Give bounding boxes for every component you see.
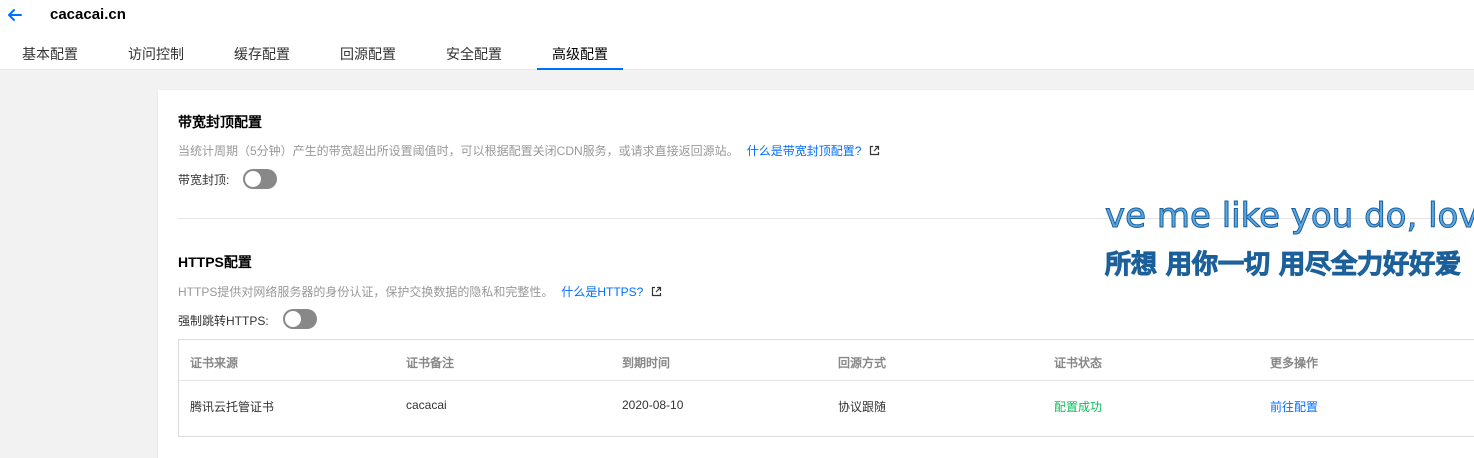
go-configure-link[interactable]: 前往配置 bbox=[1270, 398, 1318, 415]
column-header: 回源方式 bbox=[838, 356, 887, 370]
certificate-table: 证书来源 证书备注 到期时间 回源方式 证书状态 更多操作 腾讯云托管证书 ca… bbox=[178, 339, 1474, 437]
domain-title: cacacai.cn bbox=[50, 6, 126, 23]
lyric-overlay-line-1: ve me like you do, love bbox=[1104, 196, 1474, 237]
bandwidth-section-title: 带宽封顶配置 bbox=[178, 114, 262, 130]
column-header: 证书来源 bbox=[190, 356, 239, 370]
origin-method-cell: 协议跟随 bbox=[838, 400, 887, 414]
column-header: 证书状态 bbox=[1054, 356, 1103, 370]
tab-security[interactable]: 安全配置 bbox=[438, 40, 510, 70]
column-header: 到期时间 bbox=[622, 356, 671, 370]
bandwidth-description-text: 当统计周期（5分钟）产生的带宽超出所设置阈值时，可以根据配置关闭CDN服务，或请… bbox=[178, 144, 739, 158]
tab-cache[interactable]: 缓存配置 bbox=[226, 40, 298, 70]
table-header: 证书来源 证书备注 到期时间 回源方式 证书状态 更多操作 bbox=[179, 340, 1474, 381]
tab-basic[interactable]: 基本配置 bbox=[14, 40, 86, 70]
top-bar: cacacai.cn 基本配置 访问控制 缓存配置 回源配置 安全配置 高级配置 bbox=[0, 0, 1474, 70]
cert-note-cell: cacacai bbox=[406, 398, 447, 412]
https-help-link[interactable]: 什么是HTTPS? bbox=[561, 285, 643, 299]
expiry-date-cell: 2020-08-10 bbox=[622, 398, 684, 412]
bandwidth-switch-label: 带宽封顶: bbox=[178, 173, 230, 187]
tab-bar: 基本配置 访问控制 缓存配置 回源配置 安全配置 高级配置 bbox=[0, 40, 700, 70]
https-description-text: HTTPS提供对网络服务器的身份认证，保护交换数据的隐私和完整性。 bbox=[178, 285, 554, 299]
column-header: 更多操作 bbox=[1270, 356, 1319, 370]
cert-source-cell: 腾讯云托管证书 bbox=[190, 400, 275, 414]
tab-access-control[interactable]: 访问控制 bbox=[120, 40, 192, 70]
tab-advanced[interactable]: 高级配置 bbox=[537, 40, 623, 70]
column-header: 证书备注 bbox=[406, 356, 455, 370]
bandwidth-description: 当统计周期（5分钟）产生的带宽超出所设置阈值时，可以根据配置关闭CDN服务，或请… bbox=[178, 142, 880, 159]
https-section-title: HTTPS配置 bbox=[178, 254, 252, 270]
https-switch-label: 强制跳转HTTPS: bbox=[178, 314, 269, 328]
bandwidth-help-link[interactable]: 什么是带宽封顶配置? bbox=[747, 144, 862, 158]
https-description: HTTPS提供对网络服务器的身份认证，保护交换数据的隐私和完整性。 什么是HTTP… bbox=[178, 283, 662, 300]
lyric-overlay-line-2: 所想 用你一切 用尽全力好好爱 bbox=[1104, 250, 1462, 281]
bandwidth-cap-toggle[interactable] bbox=[243, 169, 277, 189]
external-link-icon[interactable] bbox=[651, 286, 662, 297]
external-link-icon[interactable] bbox=[869, 145, 880, 156]
cert-status-badge: 配置成功 bbox=[1054, 400, 1103, 414]
force-https-toggle[interactable] bbox=[283, 309, 317, 329]
arrow-left-icon[interactable] bbox=[5, 5, 25, 25]
tab-origin[interactable]: 回源配置 bbox=[332, 40, 404, 70]
